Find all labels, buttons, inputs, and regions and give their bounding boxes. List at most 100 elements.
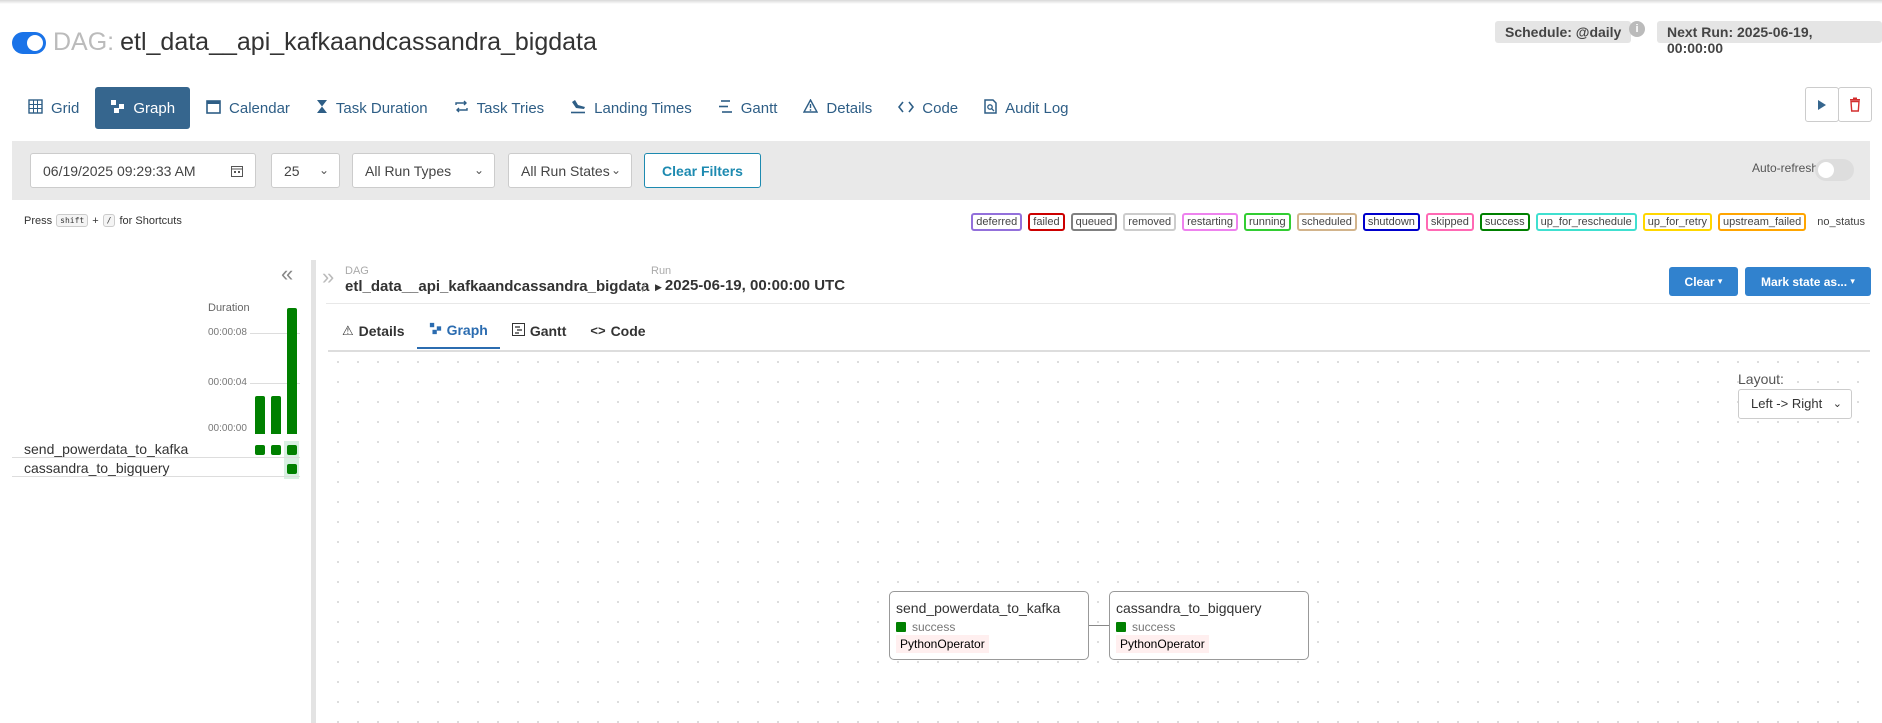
duration-bar[interactable]: [255, 396, 265, 434]
subtab-graph[interactable]: Graph: [416, 312, 500, 349]
graph-canvas[interactable]: [328, 350, 1870, 723]
chevron-down-icon: ⌄: [1832, 398, 1842, 410]
tab-task-duration[interactable]: Task Duration: [306, 87, 438, 129]
tab-graph-label: Graph: [133, 99, 176, 117]
tab-audit-log-label: Audit Log: [1005, 99, 1069, 117]
task-node-cassandra-to-bigquery[interactable]: cassandra_to_bigquery success PythonOper…: [1109, 591, 1309, 660]
base-date-input[interactable]: 06/19/2025 09:29:33 AM: [30, 153, 256, 188]
header-divider: [326, 303, 1870, 304]
shortcuts-suffix: for Shortcuts: [119, 214, 182, 227]
shortcuts-press: Press: [24, 214, 53, 227]
node-state-label: success: [1132, 620, 1176, 634]
tab-gantt[interactable]: Gantt: [708, 87, 788, 129]
task-node-send-powerdata-to-kafka[interactable]: send_powerdata_to_kafka success PythonOp…: [889, 591, 1089, 660]
duration-bar[interactable]: [287, 308, 297, 434]
node-operator: PythonOperator: [1116, 635, 1209, 653]
run-states-select[interactable]: All Run States ⌄: [508, 153, 632, 188]
subtab-details[interactable]: ⚠ Details: [330, 312, 417, 349]
trigger-dag-button[interactable]: [1805, 87, 1839, 122]
dag-view-tabs: Grid Graph Calendar Task Duration Task T…: [18, 87, 1085, 129]
layout-value: Left -> Right: [1751, 396, 1823, 411]
breadcrumb-run[interactable]: ▶ 2025-06-19, 00:00:00 UTC: [655, 277, 845, 294]
run-types-select[interactable]: All Run Types ⌄: [352, 153, 495, 188]
dag-pause-toggle[interactable]: [12, 31, 46, 54]
graph-edge: [1089, 625, 1110, 626]
num-runs-select[interactable]: 25 ⌄: [271, 153, 340, 188]
node-task-name: cassandra_to_bigquery: [1116, 600, 1262, 616]
tab-details[interactable]: Details: [793, 87, 882, 129]
play-icon: [1818, 99, 1826, 110]
tab-grid[interactable]: Grid: [18, 87, 89, 129]
task-instance-cell[interactable]: [271, 445, 281, 455]
base-date-value: 06/19/2025 09:29:33 AM: [43, 162, 196, 179]
legend-upstream-failed[interactable]: upstream_failed: [1718, 213, 1807, 231]
task-instance-cell[interactable]: [287, 445, 297, 455]
legend-queued[interactable]: queued: [1070, 213, 1118, 231]
legend-no-status[interactable]: no_status: [1812, 213, 1870, 231]
run-detail-tabs: ⚠ Details Graph Gantt <> Code: [330, 312, 658, 349]
next-run-badge: Next Run: 2025-06-19, 00:00:00: [1657, 21, 1882, 56]
clear-filters-button[interactable]: Clear Filters: [644, 153, 761, 188]
legend-skipped[interactable]: skipped: [1425, 213, 1474, 231]
tab-audit-log[interactable]: Audit Log: [974, 87, 1078, 129]
expand-icon[interactable]: »: [322, 264, 334, 290]
legend-up-for-retry[interactable]: up_for_retry: [1642, 213, 1713, 231]
filter-bar: 06/19/2025 09:29:33 AM 25 ⌄ All Run Type…: [12, 141, 1870, 200]
duration-tick: 00:00:04: [208, 377, 247, 388]
tab-landing-times[interactable]: Landing Times: [560, 87, 702, 129]
clear-button[interactable]: Clear ▾: [1669, 267, 1738, 296]
repeat-icon: [454, 99, 469, 118]
legend-failed[interactable]: failed: [1028, 213, 1065, 231]
schedule-badge: Schedule: @daily: [1495, 21, 1632, 43]
legend-success[interactable]: success: [1479, 213, 1530, 231]
run-types-value: All Run Types: [365, 162, 452, 179]
subtab-gantt[interactable]: Gantt: [500, 312, 579, 349]
mark-state-button[interactable]: Mark state as... ▾: [1745, 267, 1871, 296]
task-instance-cell[interactable]: [255, 445, 265, 455]
legend-running[interactable]: running: [1243, 213, 1291, 231]
panel-divider[interactable]: [311, 260, 316, 723]
gantt-icon: [511, 322, 525, 339]
tab-graph[interactable]: Graph: [95, 87, 191, 129]
subtab-gantt-label: Gantt: [529, 322, 567, 339]
legend-deferred[interactable]: deferred: [971, 213, 1023, 231]
tab-task-duration-label: Task Duration: [335, 99, 428, 117]
legend-scheduled[interactable]: scheduled: [1296, 213, 1357, 231]
legend-restarting[interactable]: restarting: [1182, 213, 1238, 231]
calendar-icon: [206, 99, 221, 118]
legend-removed[interactable]: removed: [1123, 213, 1177, 231]
task-name: send_powerdata_to_kafka: [24, 441, 189, 457]
subtab-graph-label: Graph: [446, 321, 488, 338]
task-name: cassandra_to_bigquery: [24, 460, 170, 476]
warning-icon: [803, 98, 819, 117]
dag-prefix: DAG:: [53, 28, 115, 56]
tab-details-label: Details: [826, 99, 873, 117]
collapse-grid-icon[interactable]: «: [281, 261, 293, 287]
layout-select[interactable]: Left -> Right ⌄: [1738, 389, 1852, 419]
auto-refresh-toggle[interactable]: [1815, 159, 1854, 181]
chevron-down-icon: ⌄: [318, 163, 329, 177]
subtab-code[interactable]: <> Code: [578, 312, 657, 349]
tab-task-tries[interactable]: Task Tries: [444, 87, 555, 129]
info-icon[interactable]: i: [1629, 21, 1645, 37]
delete-dag-button[interactable]: [1838, 87, 1872, 122]
subtab-details-label: Details: [358, 322, 405, 339]
tab-calendar[interactable]: Calendar: [196, 87, 300, 129]
node-state: success: [1116, 620, 1175, 634]
task-instance-cell[interactable]: [287, 464, 297, 474]
legend-shutdown[interactable]: shutdown: [1362, 213, 1420, 231]
breadcrumb-run-label: Run: [651, 265, 672, 277]
tab-code[interactable]: Code: [888, 87, 968, 129]
breadcrumb-dag-name[interactable]: etl_data__api_kafkaandcassandra_bigdata: [345, 278, 649, 295]
slash-key: /: [102, 214, 116, 227]
duration-bar[interactable]: [271, 396, 281, 434]
legend-up-for-reschedule[interactable]: up_for_reschedule: [1535, 213, 1637, 231]
code-icon: [898, 100, 915, 117]
caret-down-icon: ▾: [1850, 276, 1855, 286]
node-state: success: [896, 620, 955, 634]
calendar-icon[interactable]: [231, 165, 243, 177]
warning-icon: ⚠: [342, 322, 354, 338]
task-row-cassandra-to-bigquery[interactable]: cassandra_to_bigquery: [12, 459, 300, 477]
shortcuts-hint: Press shift + / for Shortcuts: [24, 214, 182, 227]
state-square-icon: [1116, 622, 1126, 632]
